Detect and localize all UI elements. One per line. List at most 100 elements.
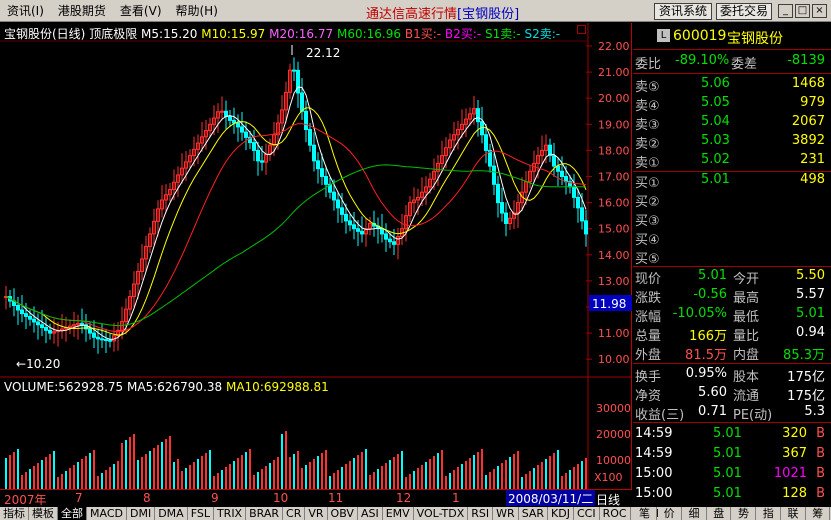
candle-down [292,69,296,72]
indicator-tab[interactable]: 全部 [58,507,87,520]
volume-info-line: VOLUME:562928.75 MA5:626790.38 MA10:6929… [4,380,329,394]
ma60-value: M60:16.96 [336,27,402,41]
vol-axis-unit: X100 [594,471,623,484]
news-system-button[interactable]: 资讯系统 [654,3,712,20]
indicator-tab[interactable]: WR [493,507,519,520]
minimize-button[interactable]: _ [778,4,793,18]
candle-down [232,119,236,124]
stat2-value-2: 175亿 [787,389,825,404]
date-month-7: 7 [75,491,83,505]
menu-news[interactable]: 资讯(I) [0,2,51,19]
date-month-11: 11 [328,491,344,505]
candle-down [88,328,92,334]
sell-row: 卖⑤ 5.06 1468 [633,76,831,95]
indicator-tab[interactable]: 指标 [0,507,29,520]
indicator-tab[interactable]: SAR [519,507,549,520]
candle-down [492,165,496,185]
indicator-tab[interactable]: EMV [383,507,414,520]
weicha-label: 委差 [731,57,758,72]
indicator-tab[interactable]: ASI [358,507,383,520]
quote-panel: L 600019 宝钢股份 委比 -89.10% 委差 -8139 卖⑤ 5.06… [633,23,831,507]
stat2-value-2: 5.3 [804,404,825,419]
current-date: 2008/03/11/二 [506,490,596,506]
vol-ma5-value: MA5:626790.38 [127,380,223,394]
indicator-tab[interactable]: CCI [574,507,600,520]
price-axis-label: 21.00 [598,66,630,79]
sell-label: 卖⑤ [635,80,660,95]
buy-row: 买④ [633,229,831,248]
indicator-tab[interactable]: OBV [328,507,358,520]
indicator-tab[interactable]: VR [305,507,328,520]
tick-time: 14:59 [635,426,673,441]
quote-tab[interactable]: 盘 [707,507,732,520]
tick-time: 15:00 [635,466,673,481]
menu-hk-futures[interactable]: 港股期货 [51,2,113,19]
s2-signal: S2卖:- [524,27,561,41]
quote-tab[interactable]: 势 [732,507,756,520]
kline-chart-area[interactable]: 22.00 21.00 20.00 19.00 18.00 17.00 16.00 15.00… [0,23,632,489]
indicator-tab[interactable]: ROC [600,507,631,520]
price-axis-label: 16.00 [598,197,630,210]
period-label[interactable]: 日线 [596,491,620,508]
volume-value: VOLUME:562928.75 [4,380,124,394]
kline-chart-svg[interactable]: 22.00 21.00 20.00 19.00 18.00 17.00 16.00 15.00… [0,23,632,489]
tick-volume: 128 [782,486,807,501]
trade-button[interactable]: 委托交易 [716,3,772,20]
candle-down [100,338,104,341]
candle-down [332,191,336,201]
indicator-tab[interactable]: DMA [155,507,188,520]
candle-down [40,324,44,329]
menu-help[interactable]: 帮助(H) [169,2,225,19]
stat-label-1: 现价 [635,272,662,287]
candle-down [380,228,384,235]
indicator-tab[interactable]: DMI [127,507,156,520]
indicator-tab[interactable]: CR [283,507,306,520]
sell-row: 卖③ 5.04 2067 [633,114,831,133]
indicator-tab[interactable]: FSL [188,507,214,520]
quote-tab[interactable]: 联 [781,507,806,520]
weibi-value: -89.10% [675,53,730,68]
vol-axis-label-2: 10000 [596,454,631,467]
sell-volume: 1468 [791,76,825,91]
indicator-tab[interactable]: TRIX [214,507,247,520]
indicator-line: 宝钢股份(日线) 顶底极限 M5:15.20 M10:15.97 M20:16.… [4,25,560,42]
b1-signal: B1买:- [404,27,442,41]
quote-tab[interactable]: 筹 [806,507,831,520]
chart-options-box[interactable] [577,25,586,34]
stat-label-2: 最高 [733,291,760,306]
quote-tab[interactable]: 细 [682,507,707,520]
tick-price: 5.01 [713,466,742,481]
menu-view[interactable]: 查看(V) [113,2,169,19]
stat-row: 涨幅 -10.05% 最低 5.01 [633,306,831,325]
date-month-9: 9 [211,491,219,505]
indicator-tab[interactable]: MACD [87,507,127,520]
sell-price: 5.04 [701,114,730,129]
close-button[interactable]: × [812,4,827,18]
indicator-tab[interactable]: KDJ [548,507,574,520]
buy-label: 买⑤ [635,252,660,267]
sell-row: 卖① 5.02 231 [633,152,831,171]
indicator-tab[interactable]: RSI [468,507,494,520]
price-axis-label: 15.00 [598,223,630,236]
price-grid [586,45,592,360]
stat-value-1: 81.5万 [685,348,727,363]
quote-tab[interactable]: 笔 [633,507,657,520]
maximize-button[interactable]: □ [795,4,810,18]
sell-label: 卖④ [635,99,660,114]
indicator-tab[interactable]: BRAR [246,507,284,520]
chart-mode: 顶底极限 [89,27,138,41]
stat-label-1: 涨幅 [635,310,662,325]
indicator-tab[interactable]: 模板 [29,507,58,520]
candle-down [392,241,396,245]
quote-tab[interactable]: 指 [756,507,781,520]
stat-row: 涨跌 -0.56 最高 5.57 [633,287,831,306]
tick-price: 5.01 [713,446,742,461]
ma5-value: M5:15.20 [141,27,198,41]
sep-4 [633,266,831,267]
sell-volume: 2067 [791,114,825,129]
buy-price: 5.01 [701,172,730,187]
candle-down [476,108,480,123]
quote-tab[interactable]: 价 [657,507,682,520]
candle-down [340,207,344,215]
indicator-tab[interactable]: VOL-TDX [414,507,469,520]
